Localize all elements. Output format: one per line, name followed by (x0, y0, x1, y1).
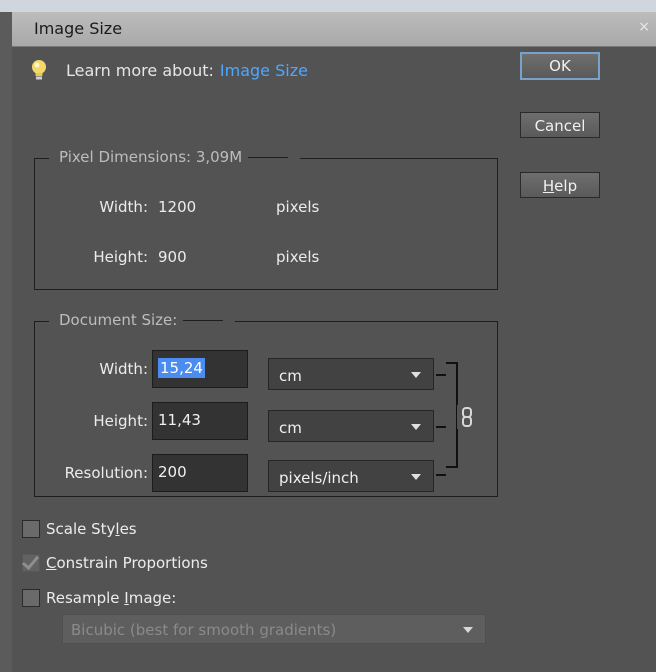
document-size-title: Document Size: (49, 311, 236, 329)
close-icon[interactable]: × (638, 19, 650, 35)
chain-link-icon (457, 405, 477, 429)
doc-height-input[interactable]: 11,43 (152, 402, 248, 440)
background-strip (0, 0, 656, 12)
resample-method-select[interactable]: Bicubic (best for smooth gradients) (62, 614, 486, 644)
learn-more-link[interactable]: Image Size (220, 61, 308, 80)
ok-button[interactable]: OK (520, 52, 600, 80)
resolution-label: Resolution: (64, 464, 148, 482)
doc-width-value: 15,24 (158, 358, 205, 378)
resolution-unit: pixels/inch (279, 469, 359, 487)
doc-height-unit-select[interactable]: cm (268, 410, 434, 442)
resolution-input[interactable]: 200 (152, 454, 248, 492)
pixel-height-label: Height: (93, 248, 148, 266)
cancel-button[interactable]: Cancel (520, 112, 600, 138)
window-title: Image Size (34, 19, 123, 38)
pixel-dimensions-label: Pixel Dimensions: 3,09M (59, 148, 243, 166)
help-button[interactable]: Help (520, 172, 600, 198)
pixel-dimensions-title: Pixel Dimensions: 3,09M (49, 148, 301, 166)
doc-height-value: 11,43 (158, 411, 201, 429)
constrain-proportions-checkbox[interactable] (22, 554, 40, 572)
scale-styles-row[interactable]: Scale Styles (22, 518, 137, 540)
resolution-value: 200 (158, 463, 187, 481)
bracket-tick (436, 374, 446, 376)
doc-width-unit: cm (279, 367, 302, 385)
bracket-tick (436, 426, 446, 428)
doc-width-label: Width: (99, 360, 148, 378)
pixel-height-unit: pixels (276, 248, 320, 266)
learn-more-label: Learn more about: (66, 60, 214, 80)
group-divider (248, 156, 289, 158)
chevron-down-icon (411, 474, 421, 480)
doc-width-input[interactable]: 15,24 (152, 350, 248, 388)
resample-image-checkbox[interactable] (22, 589, 40, 607)
group-divider (183, 319, 224, 321)
chevron-down-icon (411, 372, 421, 378)
chevron-down-icon (411, 424, 421, 430)
pixel-height-value: 900 (158, 248, 187, 266)
resample-image-label: Resample Image: (46, 589, 177, 607)
resample-method-value: Bicubic (best for smooth gradients) (71, 621, 337, 639)
document-size-label: Document Size: (59, 311, 178, 329)
pixel-dimensions-group: Pixel Dimensions: 3,09M (34, 148, 498, 290)
title-bar: Image Size × (12, 12, 656, 47)
learn-more-row: Learn more about: Image Size (28, 58, 308, 82)
bracket-tick (436, 474, 446, 476)
constrain-proportions-label: Constrain Proportions (46, 554, 208, 572)
pixel-width-label: Width: (99, 198, 148, 216)
resolution-unit-select[interactable]: pixels/inch (268, 460, 434, 492)
pixel-width-value: 1200 (158, 198, 197, 216)
lightbulb-icon (32, 60, 46, 80)
chevron-down-icon (463, 627, 473, 633)
constrain-proportions-row[interactable]: Constrain Proportions (22, 552, 208, 574)
doc-height-unit: cm (279, 419, 302, 437)
doc-height-label: Height: (93, 412, 148, 430)
scale-styles-label: Scale Styles (46, 520, 137, 538)
scale-styles-checkbox[interactable] (22, 520, 40, 538)
resample-image-row[interactable]: Resample Image: (22, 587, 176, 609)
pixel-width-unit: pixels (276, 198, 320, 216)
doc-width-unit-select[interactable]: cm (268, 358, 434, 390)
